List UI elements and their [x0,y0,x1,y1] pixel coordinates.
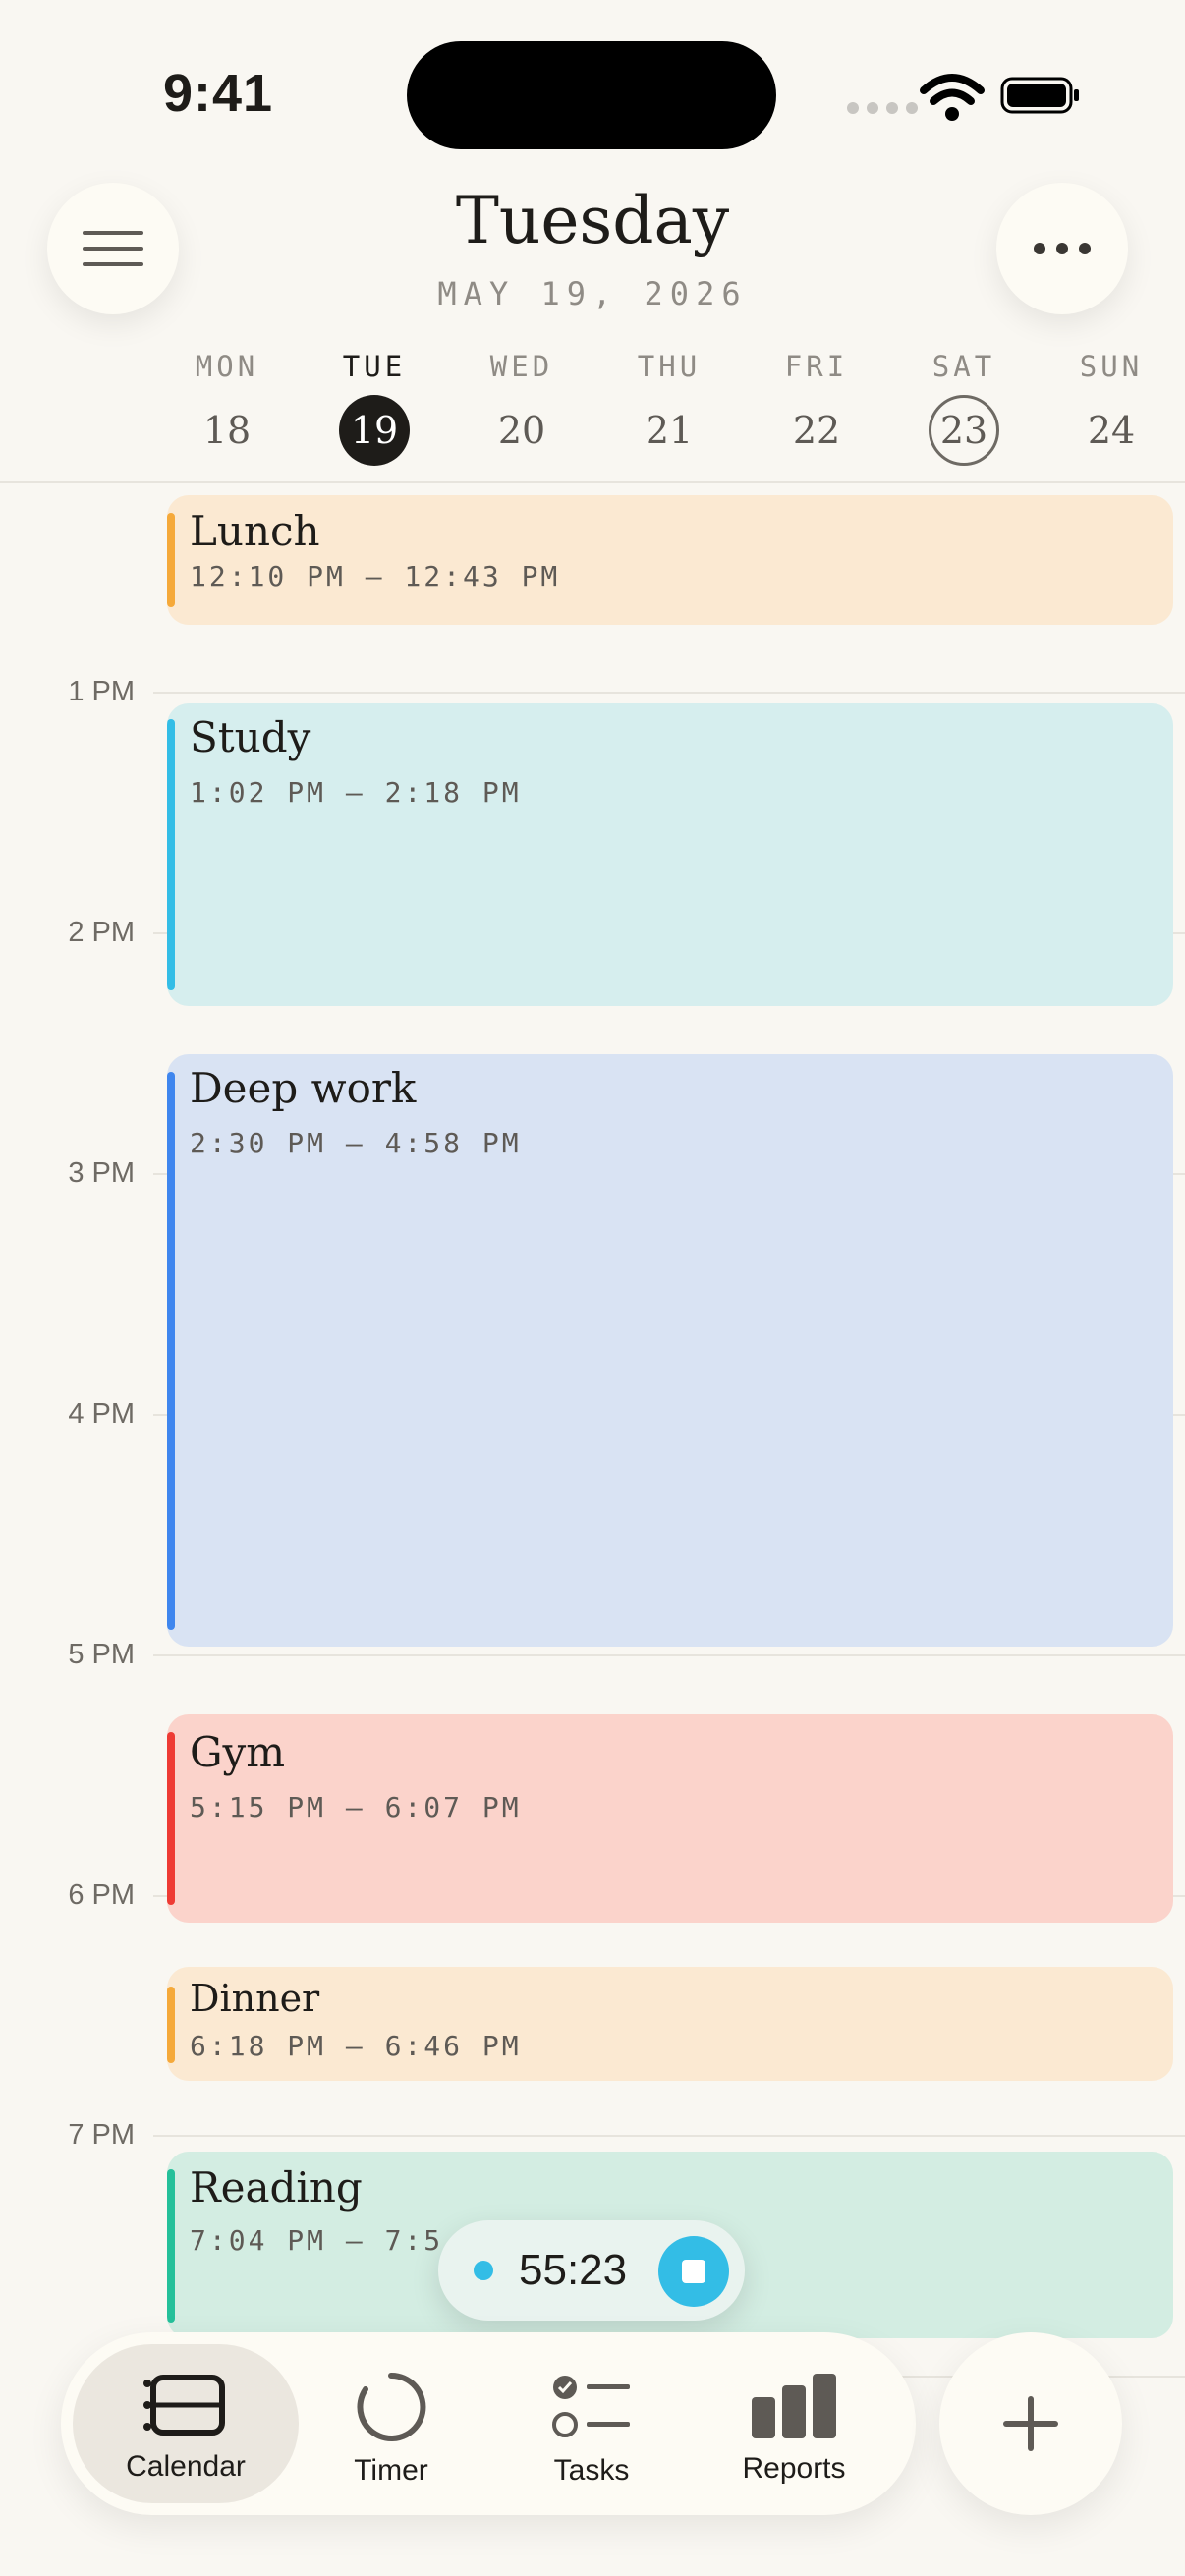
hour-gridline [153,692,1185,694]
week-day-number: 19 [339,395,410,466]
event-time: 6:18 PM — 6:46 PM [190,2030,522,2062]
week-day-number: 24 [1087,409,1136,452]
tab-calendar[interactable]: Calendar [73,2344,299,2503]
battery-icon [1000,77,1079,114]
week-day-number: 23 [929,395,999,466]
tab-bar: Calendar Timer Tasks Reports [61,2332,916,2515]
status-time: 9:41 [163,64,274,123]
ellipsis-icon [1034,243,1091,254]
event-time: 5:15 PM — 6:07 PM [190,1791,522,1823]
event-color-bar [167,719,175,990]
week-day-number: 18 [202,409,252,452]
plus-icon [1003,2396,1058,2451]
event-color-bar [167,2169,175,2323]
event-time: 12:10 PM — 12:43 PM [190,560,561,592]
dynamic-island [407,41,776,149]
event-card-study[interactable]: Study 1:02 PM — 2:18 PM [167,703,1173,1006]
tab-label: Timer [354,2454,428,2487]
event-title: Dinner [190,1977,320,2020]
week-day-number: 20 [497,409,546,452]
week-day-tue[interactable]: TUE 19 [320,350,428,466]
event-title: Reading [190,2163,363,2212]
event-title: Study [190,713,311,761]
hour-gridline [153,1654,1185,1656]
hour-label: 3 PM [68,1157,135,1189]
tab-timer[interactable]: Timer [293,2344,489,2503]
week-day-label: MON [195,350,259,383]
week-day-label: THU [637,350,702,383]
hour-label: 6 PM [68,1879,135,1911]
week-day-label: TUE [342,350,407,383]
timer-icon [357,2372,426,2441]
event-color-bar [167,513,175,607]
week-day-fri[interactable]: FRI 22 [762,350,871,466]
timer-elapsed: 55:23 [519,2246,628,2294]
week-day-label: FRI [784,350,849,383]
week-day-label: SUN [1079,350,1144,383]
calendar-icon [143,2375,225,2436]
event-color-bar [167,1732,175,1905]
event-time: 7:04 PM — 7:5 [190,2224,444,2257]
event-color-bar [167,1072,175,1630]
running-timer-pill[interactable]: 55:23 [438,2220,745,2321]
reports-icon [752,2374,836,2438]
hour-label: 1 PM [68,676,135,707]
event-card-deep-work[interactable]: Deep work 2:30 PM — 4:58 PM [167,1054,1173,1647]
cellular-signal-icon [847,102,918,114]
week-day-mon[interactable]: MON 18 [173,350,281,466]
week-day-sun[interactable]: SUN 24 [1057,350,1165,466]
week-day-wed[interactable]: WED 20 [468,350,576,466]
hour-label: 7 PM [68,2119,135,2151]
tasks-icon [552,2376,630,2437]
add-event-button[interactable] [939,2332,1122,2515]
tab-tasks[interactable]: Tasks [493,2344,690,2503]
event-title: Deep work [190,1064,417,1112]
stop-timer-button[interactable] [658,2236,729,2307]
tab-reports[interactable]: Reports [696,2344,892,2503]
hour-label: 5 PM [68,1639,135,1670]
week-day-label: SAT [931,350,996,383]
event-time: 1:02 PM — 2:18 PM [190,776,522,809]
more-button[interactable] [996,183,1128,314]
event-card-dinner[interactable]: Dinner 6:18 PM — 6:46 PM [167,1967,1173,2081]
event-card-gym[interactable]: Gym 5:15 PM — 6:07 PM [167,1714,1173,1923]
week-day-number: 21 [645,409,694,452]
header-divider [0,481,1185,483]
tab-label: Reports [742,2452,846,2485]
event-time: 2:30 PM — 4:58 PM [190,1127,522,1159]
hour-label: 4 PM [68,1398,135,1429]
week-day-number: 22 [792,409,841,452]
event-card-lunch[interactable]: Lunch 12:10 PM — 12:43 PM [167,495,1173,625]
event-title: Gym [190,1728,286,1776]
tab-label: Calendar [126,2450,246,2483]
week-day-sat[interactable]: SAT 23 [910,350,1018,466]
tab-label: Tasks [553,2454,630,2487]
wifi-icon [920,74,985,121]
timer-status-dot [474,2261,493,2280]
event-title: Lunch [190,507,320,555]
event-color-bar [167,1987,175,2063]
week-day-thu[interactable]: THU 21 [615,350,723,466]
week-day-label: WED [489,350,554,383]
stop-icon [682,2260,705,2283]
hour-label: 2 PM [68,917,135,948]
hour-gridline [153,2135,1185,2137]
